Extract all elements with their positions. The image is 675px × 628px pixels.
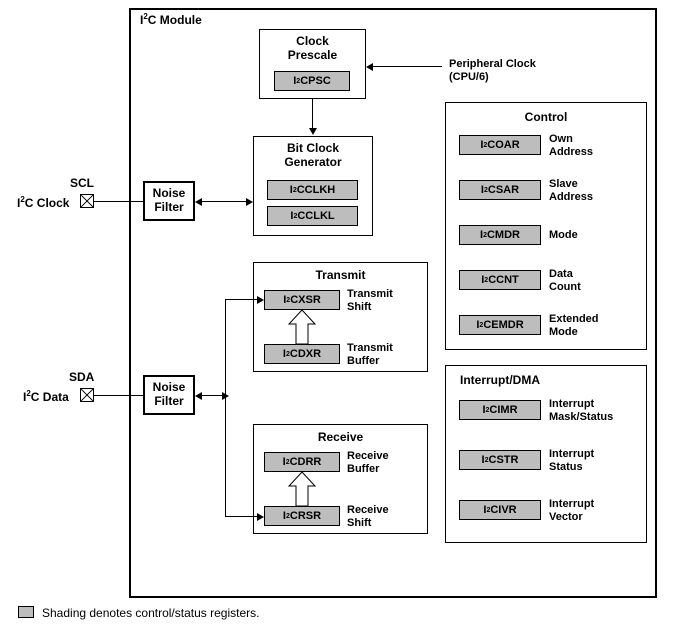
label-i2cdxr: Transmit Buffer — [347, 342, 393, 367]
block-control-title: Control — [446, 111, 646, 125]
noise-filter-sda-label: NoiseFilter — [153, 381, 186, 409]
label-i2cmdr: Mode — [549, 229, 578, 242]
reg-i2cemdr: I2CEMDR — [459, 315, 541, 335]
sda-desc: I2C Data — [23, 389, 69, 405]
label-i2cxsr: Transmit Shift — [347, 288, 393, 313]
line-to-rsr — [225, 516, 257, 517]
reg-i2cpsc: I2CPSC — [274, 71, 350, 91]
arrow-to-xsr — [257, 296, 264, 304]
scl-desc: I2C Clock — [17, 195, 69, 211]
reg-i2cclkh: I2CCLKH — [267, 180, 358, 200]
sda-label: SDA — [69, 371, 94, 385]
big-arrow-rsr-to-drr — [285, 472, 319, 506]
diagram-canvas: I2C Module Peripheral Clock (CPU/6) Cloc… — [0, 0, 675, 628]
reg-i2coar: I2COAR — [459, 135, 541, 155]
reg-i2cdrr: I2CDRR — [264, 452, 340, 472]
arrow-prescale-to-bcg-line — [312, 99, 313, 129]
noise-filter-scl-label: NoiseFilter — [153, 187, 186, 215]
line-filter-to-bcg — [202, 201, 246, 202]
arrow-to-rsr — [257, 513, 264, 521]
arrow-peripheral-clock-head — [366, 63, 373, 71]
label-i2csar: Slave Address — [549, 178, 593, 203]
reg-i2cclkl: I2CCLKL — [267, 206, 358, 226]
noise-filter-sda: NoiseFilter — [143, 375, 195, 415]
reg-i2cxsr: I2CXSR — [264, 290, 340, 310]
label-i2cimr: Interrupt Mask/Status — [549, 398, 613, 423]
line-to-xsr — [225, 299, 257, 300]
arrow-filter-sda-l — [195, 392, 202, 400]
reg-i2cstr: I2CSTR — [459, 450, 541, 470]
scl-label: SCL — [70, 177, 94, 191]
legend-swatch — [18, 606, 34, 618]
noise-filter-scl: NoiseFilter — [143, 181, 195, 221]
line-sda-vertical — [225, 299, 226, 517]
legend-text: Shading denotes control/status registers… — [42, 606, 259, 620]
arrow-prescale-to-bcg-head — [309, 128, 317, 135]
reg-i2cimr: I2CIMR — [459, 400, 541, 420]
label-i2cdrr: Receive Buffer — [347, 450, 389, 475]
arrow-peripheral-clock-line — [372, 66, 442, 67]
reg-i2civr: I2CIVR — [459, 500, 541, 520]
block-clock-prescale-title: ClockPrescale — [260, 35, 365, 63]
reg-i2crsr: I2CRSR — [264, 506, 340, 526]
reg-i2csar: I2CSAR — [459, 180, 541, 200]
label-i2ccnt: Data Count — [549, 268, 581, 293]
label-i2crsr: Receive Shift — [347, 504, 389, 529]
reg-i2cdxr: I2CDXR — [264, 344, 340, 364]
reg-i2cmdr: I2CMDR — [459, 225, 541, 245]
port-sda — [80, 388, 94, 402]
block-transmit-title: Transmit — [254, 269, 427, 283]
label-i2coar: Own Address — [549, 133, 593, 158]
arrow-filter-to-bcg-r — [246, 198, 253, 206]
block-interrupt-dma-title: Interrupt/DMA — [460, 374, 540, 388]
module-title: I2C Module — [140, 12, 202, 27]
label-i2cemdr: Extended Mode — [549, 313, 599, 338]
big-arrow-dxr-to-xsr — [285, 310, 319, 344]
line-scl-to-filter — [94, 201, 143, 202]
port-scl — [80, 194, 94, 208]
block-receive-title: Receive — [254, 431, 427, 445]
label-i2civr: Interrupt Vector — [549, 498, 594, 523]
reg-i2ccnt: I2CCNT — [459, 270, 541, 290]
line-sda-to-filter — [94, 395, 143, 396]
label-i2cstr: Interrupt Status — [549, 448, 594, 473]
peripheral-clock-label: Peripheral Clock (CPU/6) — [449, 58, 536, 83]
arrow-filter-to-bcg-l — [195, 198, 202, 206]
block-bcg-title: Bit ClockGenerator — [254, 142, 372, 170]
